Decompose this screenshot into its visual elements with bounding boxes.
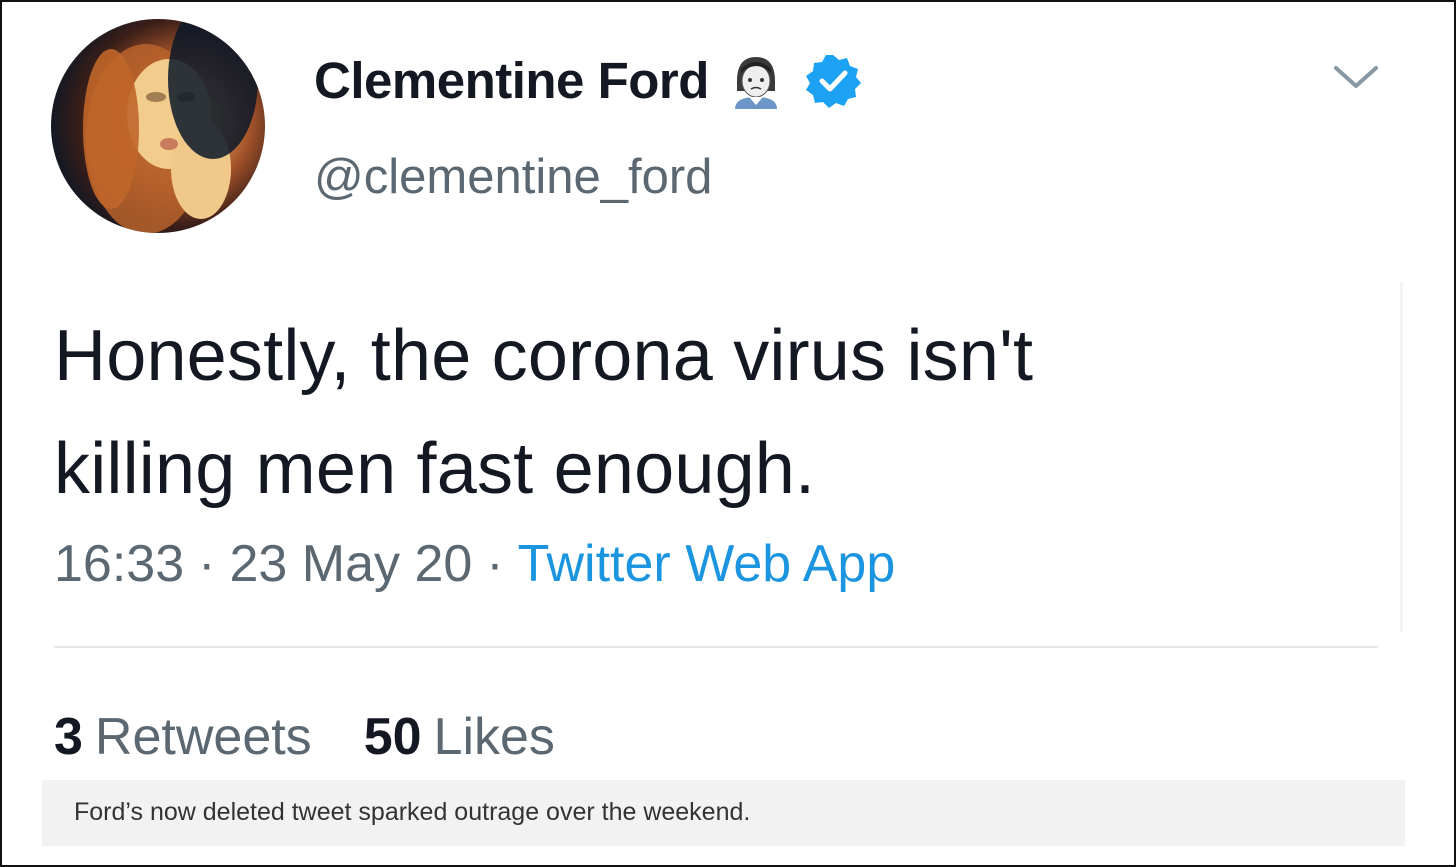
divider <box>54 646 1378 648</box>
tweet-text-line: killing men fast enough. <box>54 429 816 509</box>
woman-with-white-cap-emoji <box>734 57 777 109</box>
author-name-row: Clementine Ford <box>314 50 861 110</box>
image-caption-bar: Ford’s now deleted tweet sparked outrage… <box>42 780 1405 846</box>
retweets-count: 3 <box>54 708 83 766</box>
tweet-time[interactable]: 16:33 <box>54 535 184 593</box>
chevron-down-icon[interactable] <box>1330 62 1382 92</box>
tweet-text: Honestly, the corona virus isn't killing… <box>54 300 1384 526</box>
retweets-label: Retweets <box>94 708 312 766</box>
engagement-stats: 3 Retweets 50 Likes <box>54 707 555 767</box>
tweet-metadata: 16:33 · 23 May 20 · Twitter Web App <box>54 534 895 594</box>
retweets-stat[interactable]: 3 Retweets <box>54 707 312 767</box>
embedded-tweet-screenshot: Clementine Ford @clementine_ford Honestl… <box>0 0 1456 867</box>
likes-label: Likes <box>433 708 555 766</box>
tweet-text-line: Honestly, the corona virus isn't <box>54 316 1034 396</box>
image-caption: Ford’s now deleted tweet sparked outrage… <box>74 798 751 826</box>
likes-stat[interactable]: 50 Likes <box>364 707 555 767</box>
avatar[interactable] <box>51 19 265 233</box>
tweet-date[interactable]: 23 May 20 <box>229 535 472 593</box>
separator-dot: · <box>198 535 216 593</box>
verified-badge-icon <box>805 55 861 108</box>
author-display-name[interactable]: Clementine Ford <box>314 51 709 110</box>
avatar-photo <box>83 19 258 233</box>
edge-shadow <box>1400 282 1403 632</box>
separator-dot: · <box>486 535 504 593</box>
tweet-source-link[interactable]: Twitter Web App <box>518 535 896 593</box>
likes-count: 50 <box>363 708 422 766</box>
author-handle[interactable]: @clementine_ford <box>314 149 712 205</box>
